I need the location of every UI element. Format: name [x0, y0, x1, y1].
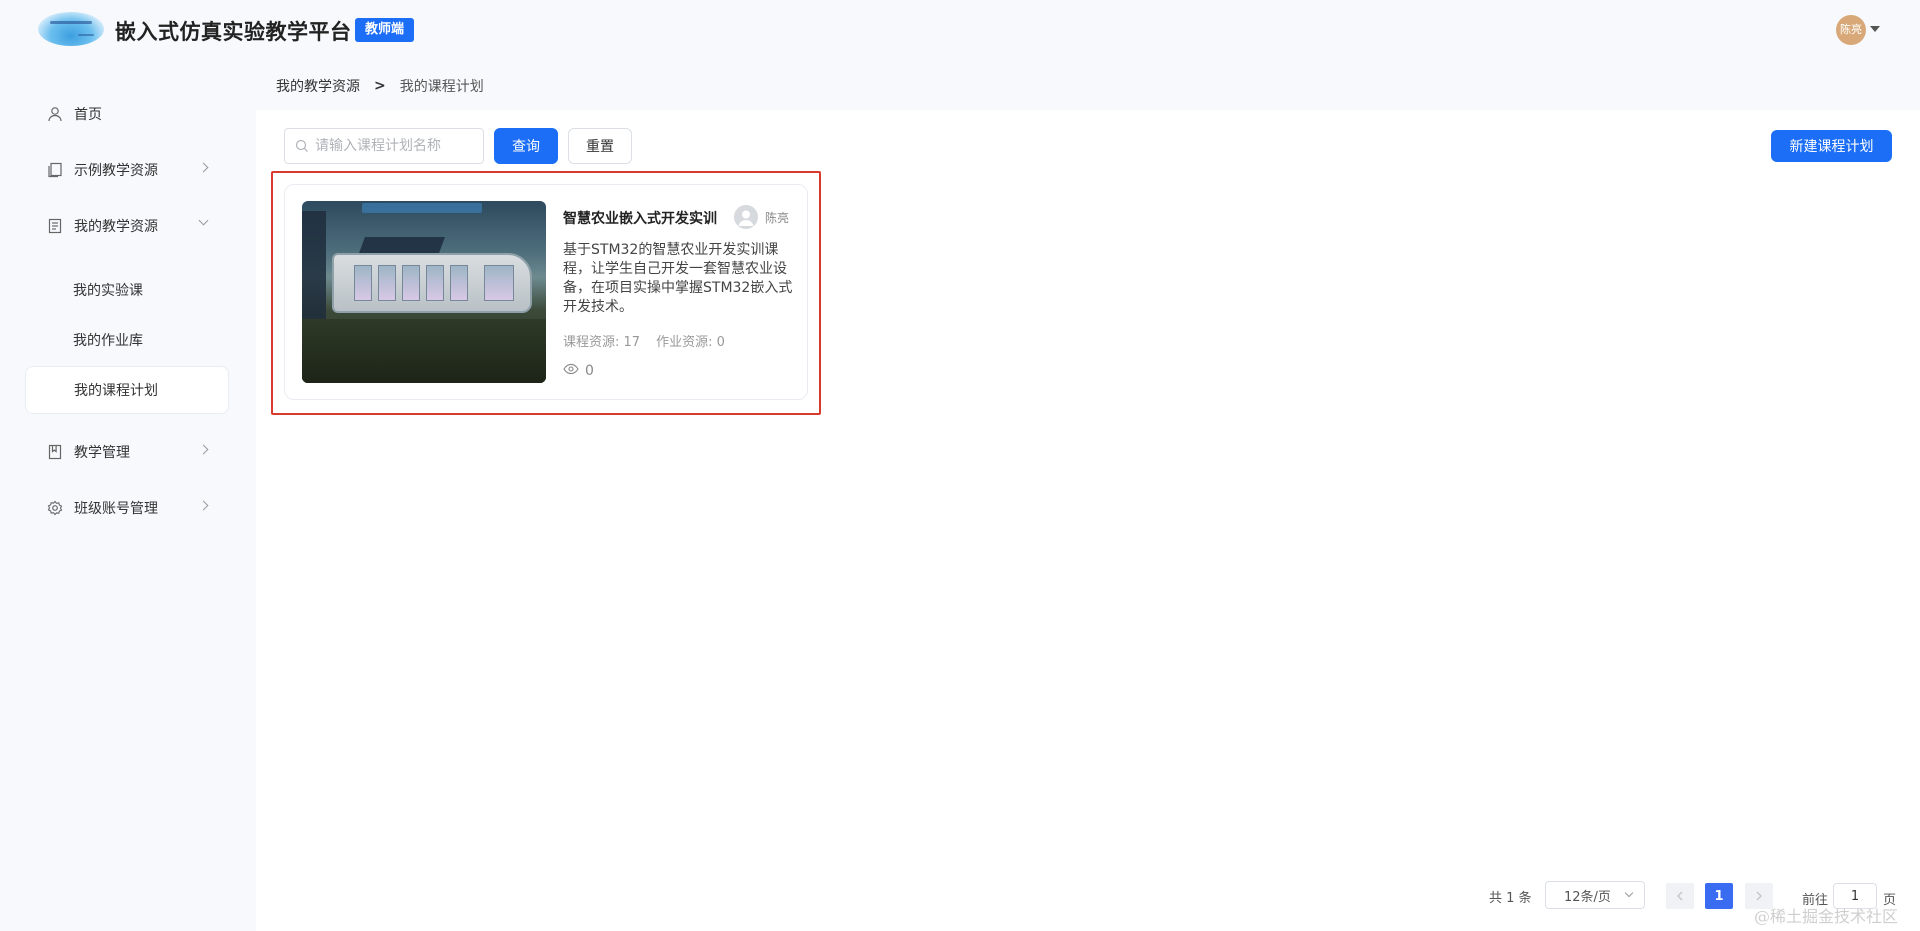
- sidebar-subitem-my-course-plans[interactable]: 我的课程计划: [25, 366, 229, 414]
- chevron-right-icon: [198, 444, 209, 455]
- sidebar-item-home[interactable]: 首页: [25, 90, 229, 138]
- user-avatar[interactable]: 陈亮: [1836, 15, 1866, 45]
- watermark: @稀土掘金技术社区: [1754, 907, 1899, 926]
- sidebar-item-example-resources[interactable]: 示例教学资源: [25, 146, 229, 194]
- pagination-total: 共 1 条: [1489, 891, 1532, 906]
- role-badge: 教师端: [355, 18, 415, 42]
- bookmark-book-icon: [47, 444, 63, 460]
- sidebar-subitem-my-lab-courses[interactable]: 我的实验课: [25, 266, 229, 314]
- sidebar-item-label: 班级账号管理: [74, 501, 158, 517]
- book-copy-icon: [47, 162, 63, 178]
- query-button[interactable]: 查询: [494, 128, 558, 164]
- chevron-right-icon: [198, 500, 209, 511]
- course-thumbnail: [302, 201, 546, 383]
- new-course-plan-button[interactable]: 新建课程计划: [1771, 130, 1892, 162]
- chevron-down-icon: [1624, 888, 1634, 898]
- card-title[interactable]: 智慧农业嵌入式开发实训: [563, 208, 717, 228]
- author-name: 陈亮: [765, 211, 790, 225]
- card-description: 基于STM32的智慧农业开发实训课程，让学生自己开发一套智慧农业设备，在项目实操…: [563, 242, 793, 315]
- document-icon: [47, 218, 63, 234]
- breadcrumb: 我的教学资源 > 我的课程计划: [276, 76, 484, 96]
- page-size-select[interactable]: 12条/页: [1545, 881, 1645, 909]
- sidebar-item-my-resources[interactable]: 我的教学资源: [25, 202, 229, 250]
- card-views: 0: [563, 363, 594, 379]
- reset-button[interactable]: 重置: [568, 128, 632, 164]
- gear-icon: [47, 500, 63, 516]
- card-stats: 课程资源: 17 作业资源: 0: [563, 331, 725, 350]
- page-size-value: 12条/页: [1564, 889, 1611, 905]
- search-field[interactable]: [284, 128, 484, 164]
- search-icon: [295, 139, 309, 153]
- sidebar-subitem-label: 我的实验课: [73, 283, 143, 299]
- course-plan-card[interactable]: 智慧农业嵌入式开发实训 陈亮 基于STM32的智慧农业开发实训课程，让学生自己开…: [284, 184, 808, 400]
- sidebar-subitem-label: 我的课程计划: [74, 383, 158, 399]
- breadcrumb-separator: >: [374, 78, 386, 94]
- breadcrumb-current: 我的课程计划: [399, 79, 484, 95]
- views-count: 0: [585, 363, 594, 379]
- breadcrumb-parent[interactable]: 我的教学资源: [276, 76, 360, 96]
- sidebar-item-class-accounts[interactable]: 班级账号管理: [25, 484, 229, 532]
- top-header: 嵌入式仿真实验教学平台 教师端 陈亮: [0, 0, 1920, 60]
- sidebar-item-label: 首页: [74, 107, 102, 123]
- sidebar-item-label: 我的教学资源: [74, 219, 158, 235]
- eye-icon: [563, 363, 579, 379]
- user-icon: [47, 106, 63, 122]
- author-avatar-icon: [734, 205, 758, 229]
- search-input[interactable]: [315, 138, 475, 154]
- chevron-down-icon: [198, 215, 209, 226]
- sidebar-item-label: 示例教学资源: [74, 163, 158, 179]
- sidebar-subitem-my-homework[interactable]: 我的作业库: [25, 316, 229, 364]
- caret-down-icon[interactable]: [1870, 26, 1880, 32]
- sidebar-item-label: 教学管理: [74, 445, 130, 461]
- chevron-right-icon: [198, 162, 209, 173]
- sidebar-item-teaching-management[interactable]: 教学管理: [25, 428, 229, 476]
- course-resources-count: 课程资源: 17: [563, 335, 641, 350]
- homework-resources-count: 作业资源: 0: [656, 335, 725, 350]
- app-title: 嵌入式仿真实验教学平台: [115, 20, 352, 44]
- platform-logo[interactable]: [38, 12, 104, 46]
- prev-page-button[interactable]: [1666, 883, 1694, 909]
- page-number-button[interactable]: 1: [1705, 883, 1733, 909]
- sidebar-subitem-label: 我的作业库: [73, 333, 143, 349]
